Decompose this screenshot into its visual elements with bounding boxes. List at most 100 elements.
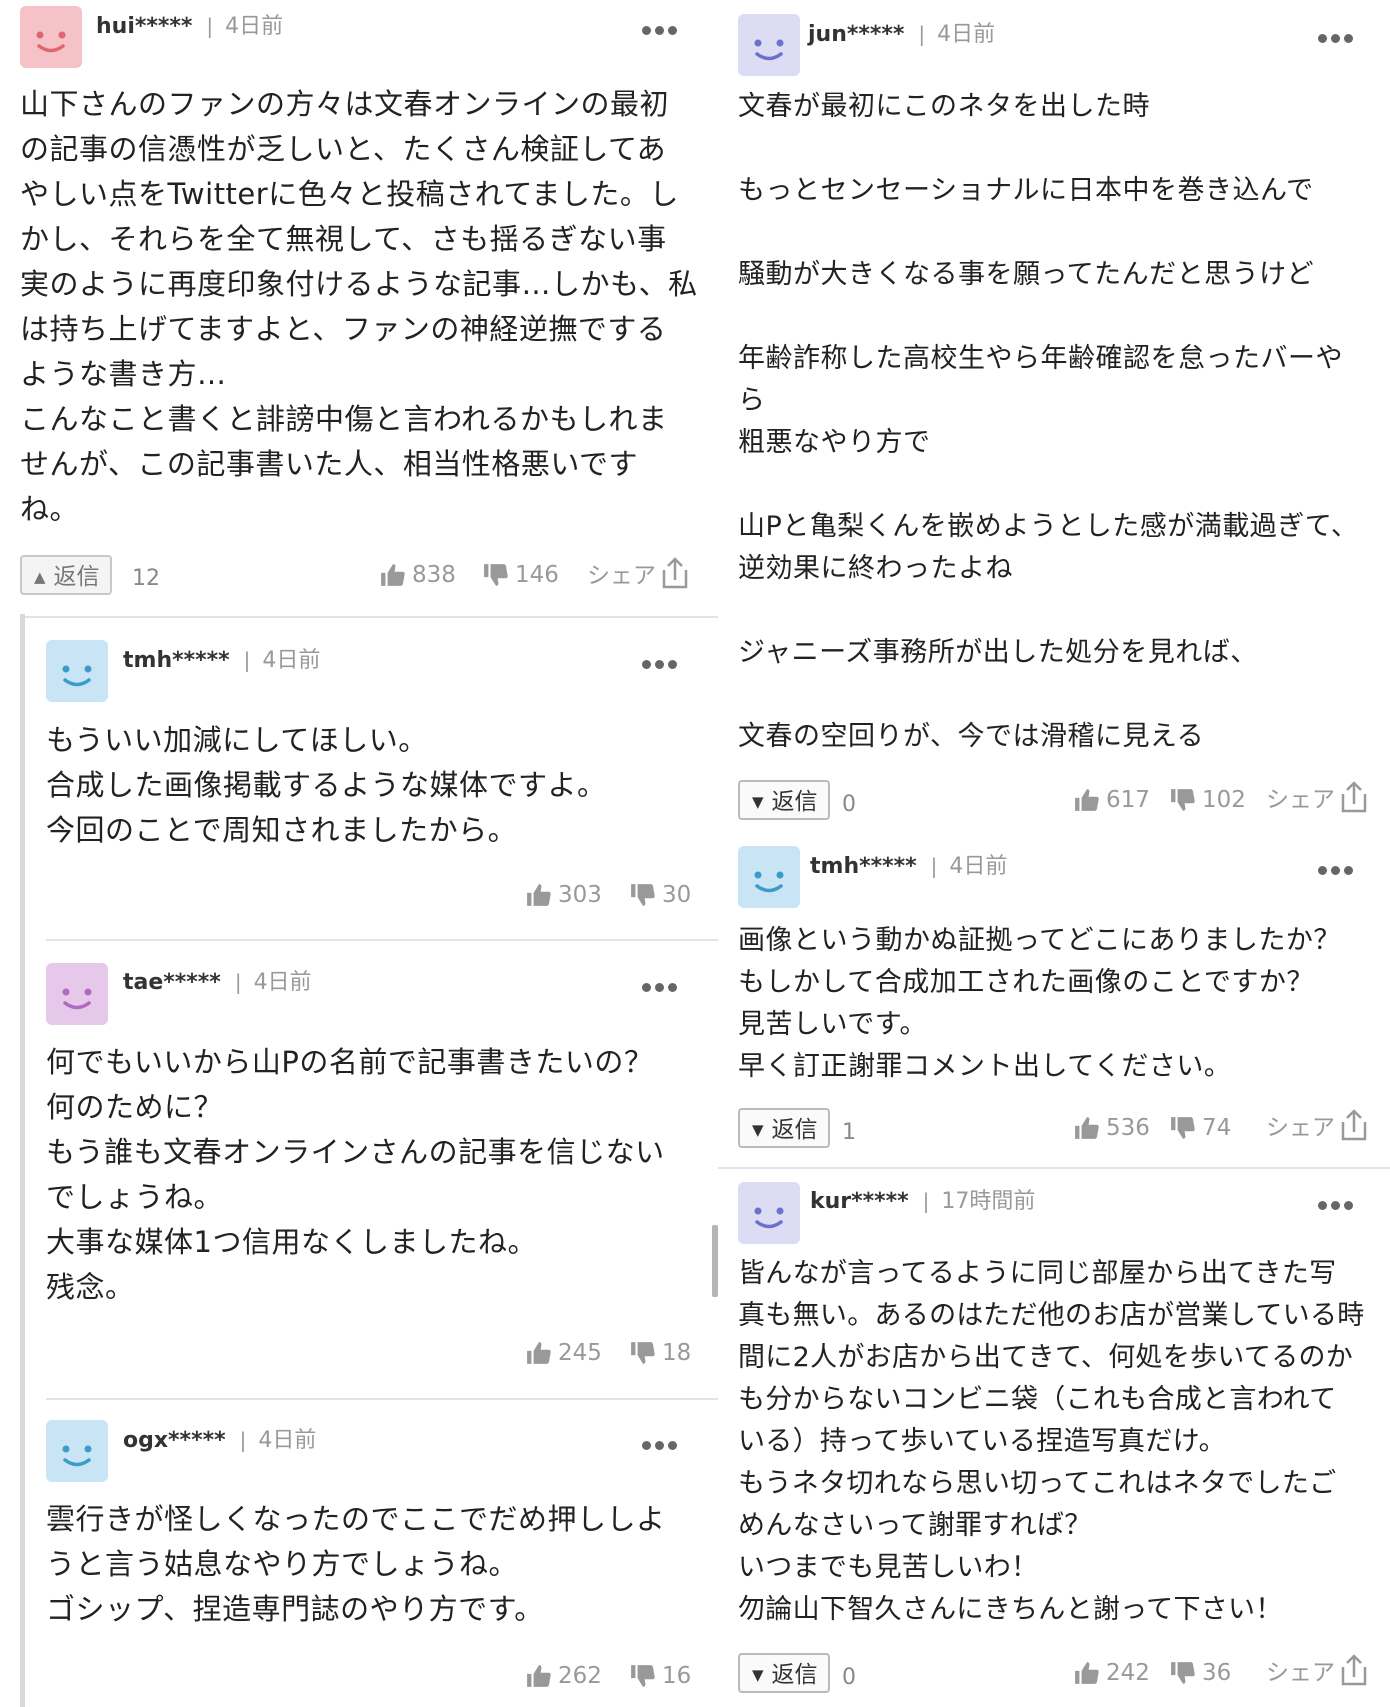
dislike-count: 18 [662,1340,692,1366]
dislike-button[interactable]: 18 [630,1340,691,1366]
share-button[interactable]: シェア [1266,780,1369,814]
separator: | [243,648,251,672]
like-button[interactable]: 536 [1074,1115,1150,1141]
reply-button[interactable]: ▼ 返信 [738,1108,830,1148]
reply-thread-bar [20,614,25,1707]
avatar[interactable] [46,640,108,702]
thumbs-down-icon [483,562,509,588]
caret-down-icon: ▼ [752,793,764,811]
smiley-icon [62,665,92,687]
timestamp: 4日前 [262,648,321,673]
dislike-button[interactable]: 30 [630,882,691,908]
thumbs-down-icon [1170,787,1196,813]
comment-user[interactable]: kur***** | 17時間前 [810,1183,1035,1215]
caret-up-icon: ▲ [34,568,46,586]
caret-down-icon: ▼ [752,1666,764,1684]
reply-button[interactable]: ▲ 返信 [20,555,112,595]
smiley-icon [754,871,784,893]
share-button[interactable]: シェア [1266,1653,1369,1687]
separator: | [922,1189,930,1213]
more-options-icon[interactable] [642,20,686,35]
dislike-count: 36 [1202,1660,1232,1686]
share-label: シェア [1266,1660,1335,1686]
comment-user[interactable]: tae***** | 4日前 [123,964,312,996]
avatar[interactable] [738,1182,800,1244]
separator: | [918,22,926,46]
comment-user[interactable]: tmh***** | 4日前 [123,642,320,674]
dislike-count: 102 [1202,787,1246,813]
separator: | [930,854,938,878]
comment-user[interactable]: hui***** | 4日前 [96,8,283,40]
comment-body: 雲行きが怪しくなったのでここでだめ押ししよ うと言う姑息なやり方でしょうね。 ゴ… [46,1502,666,1626]
reply-label: 返信 [771,789,818,815]
more-options-icon[interactable] [642,654,686,669]
share-label: シェア [1266,787,1335,813]
comment-body: 皆んなが言ってるように同じ部屋から出てきた写 真も無い。あるのはただ他のお店が営… [738,1258,1365,1625]
share-button[interactable]: シェア [1266,1108,1369,1142]
like-count: 838 [412,562,456,588]
username[interactable]: jun***** [808,22,904,47]
username[interactable]: ogx***** [123,1428,226,1453]
avatar[interactable] [46,963,108,1025]
scrollbar-thumb[interactable] [712,1225,718,1297]
comment-body: 何でもいいから山Pの名前で記事書きたいの？ 何のために？ もう誰も文春オンライン… [46,1045,665,1304]
share-label: シェア [587,563,656,589]
avatar[interactable] [738,846,800,908]
like-button[interactable]: 245 [526,1340,602,1366]
dislike-button[interactable]: 102 [1170,787,1246,813]
dislike-count: 74 [1202,1115,1232,1141]
dislike-button[interactable]: 16 [630,1663,691,1689]
more-options-icon[interactable] [1318,1195,1362,1210]
more-options-icon[interactable] [642,977,686,992]
username[interactable]: tmh***** [810,854,917,879]
like-button[interactable]: 262 [526,1663,602,1689]
reply-label: 返信 [53,564,100,590]
timestamp: 4日前 [937,22,996,47]
thumbs-down-icon [1170,1660,1196,1686]
comment-user[interactable]: jun***** | 4日前 [808,16,995,48]
reply-label: 返信 [771,1117,818,1143]
dislike-button[interactable]: 74 [1170,1115,1231,1141]
caret-down-icon: ▼ [752,1121,764,1139]
like-count: 536 [1106,1115,1150,1141]
separator: | [206,14,214,38]
comment-body: 文春が最初にこのネタを出した時 もっとセンセーショナルに日本中を巻き込んで 騒動… [738,91,1359,752]
like-button[interactable]: 617 [1074,787,1150,813]
dislike-button[interactable]: 36 [1170,1660,1231,1686]
comment-user[interactable]: ogx***** | 4日前 [123,1422,316,1454]
thumbs-up-icon [1074,1660,1100,1686]
smiley-icon [754,39,784,61]
divider [25,616,718,618]
share-button[interactable]: シェア [587,556,690,590]
like-count: 617 [1106,787,1150,813]
separator: | [234,970,242,994]
like-count: 242 [1106,1660,1150,1686]
username[interactable]: kur***** [810,1189,909,1214]
dislike-count: 146 [515,562,559,588]
comment-user[interactable]: tmh***** | 4日前 [810,848,1007,880]
username[interactable]: tae***** [123,970,221,995]
share-label: シェア [1266,1115,1335,1141]
share-icon [660,556,690,590]
username[interactable]: hui***** [96,14,192,39]
like-button[interactable]: 303 [526,882,602,908]
timestamp: 4日前 [258,1428,317,1453]
dislike-button[interactable]: 146 [483,562,559,588]
username[interactable]: tmh***** [123,648,230,673]
like-button[interactable]: 838 [380,562,456,588]
reply-label: 返信 [771,1662,818,1688]
like-count: 303 [558,882,602,908]
thumbs-down-icon [630,1663,656,1689]
comment-body: 山下さんのファンの方々は文春オンラインの最初 の記事の信憑性が乏しいと、たくさん… [20,87,698,526]
more-options-icon[interactable] [642,1435,686,1450]
thumbs-down-icon [630,882,656,908]
more-options-icon[interactable] [1318,28,1362,43]
like-button[interactable]: 242 [1074,1660,1150,1686]
avatar[interactable] [20,6,82,68]
avatar[interactable] [738,14,800,76]
reply-button[interactable]: ▼ 返信 [738,780,830,820]
more-options-icon[interactable] [1318,860,1362,875]
reply-button[interactable]: ▼ 返信 [738,1653,830,1693]
thumbs-up-icon [380,562,406,588]
avatar[interactable] [46,1420,108,1482]
